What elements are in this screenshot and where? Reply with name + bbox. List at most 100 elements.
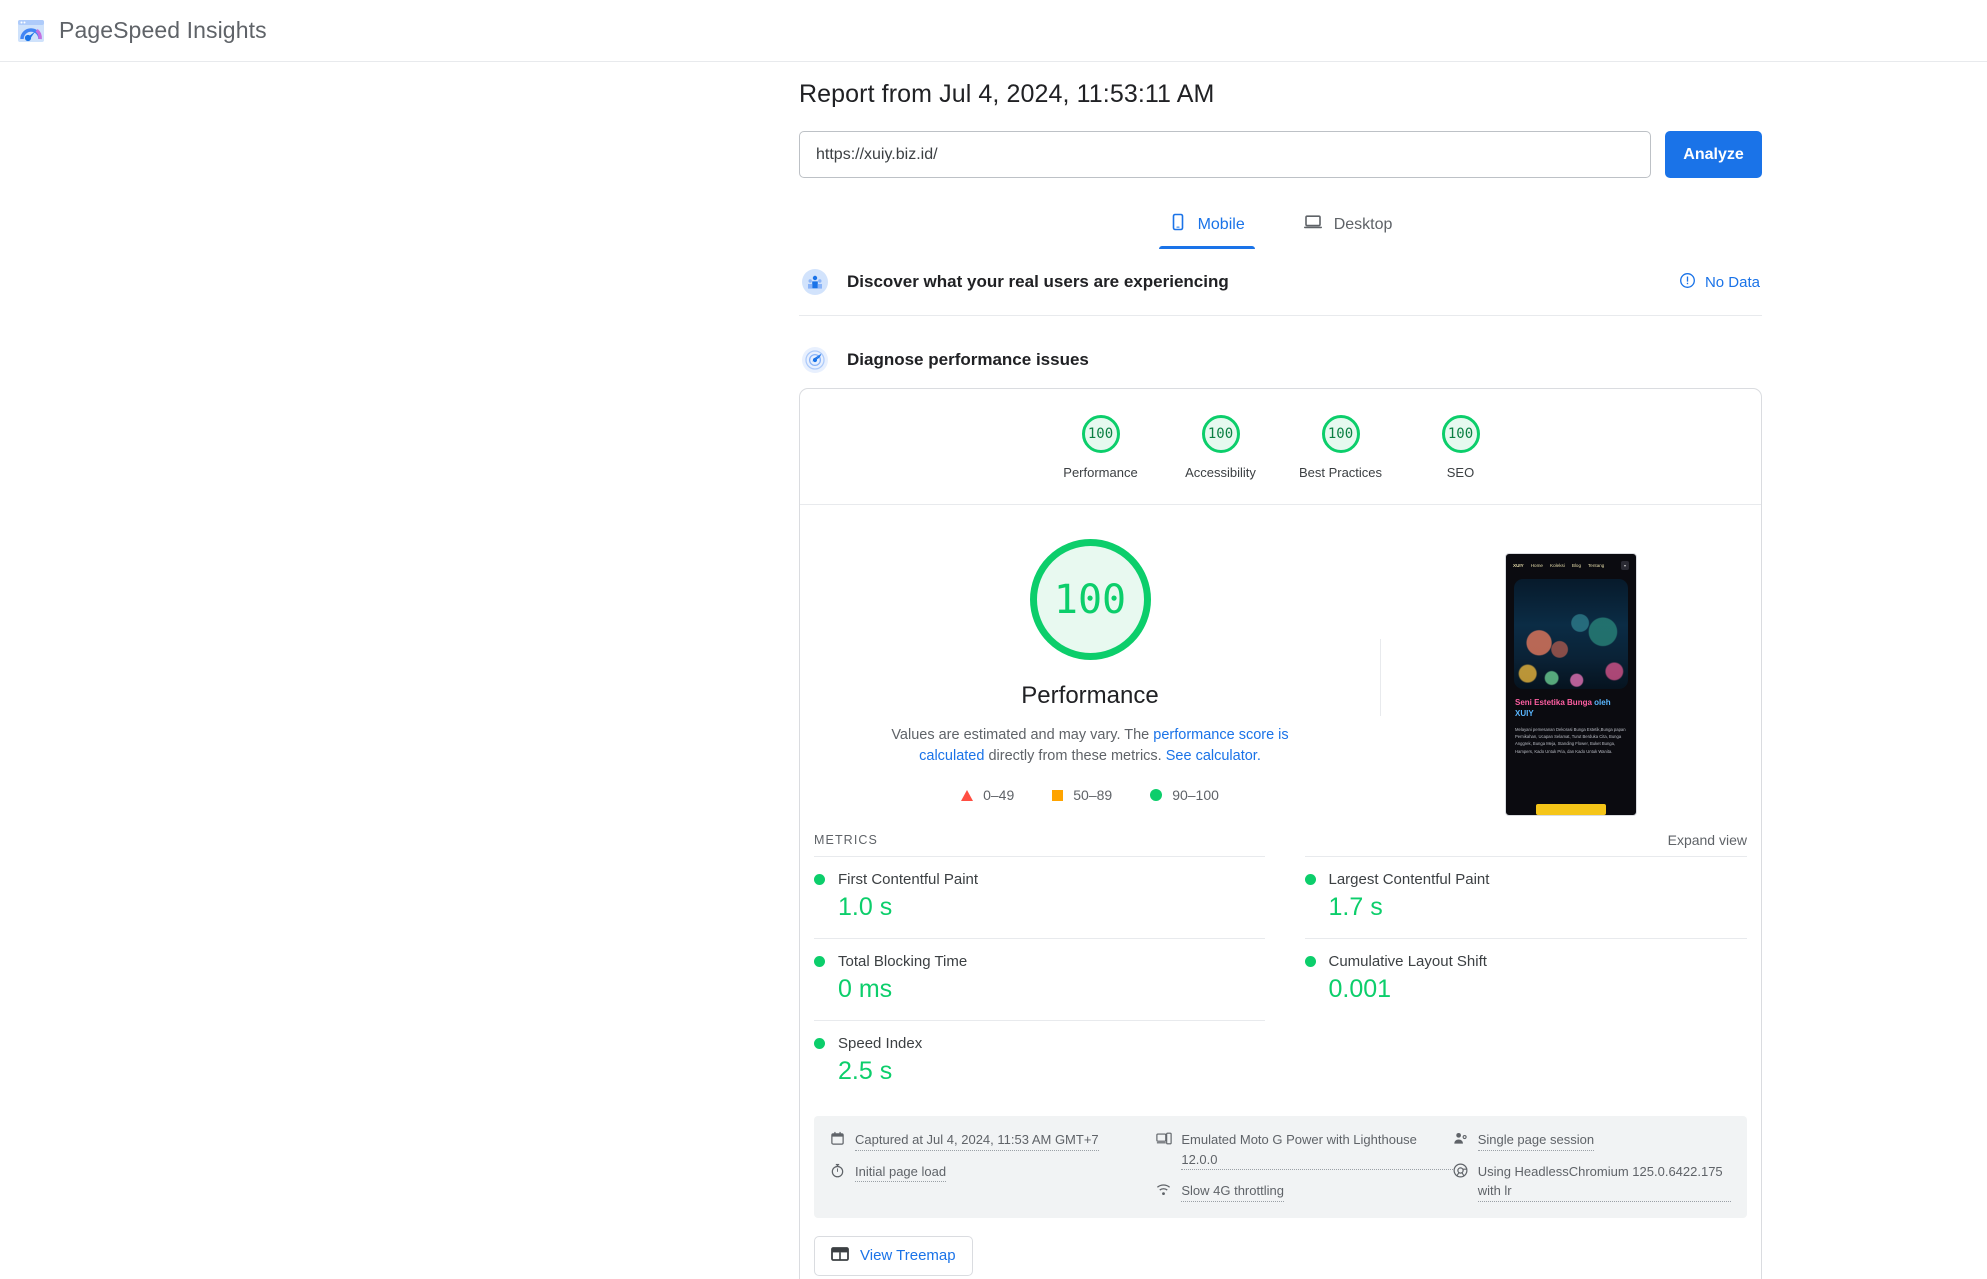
note-text-1: Values are estimated and may vary. The — [891, 727, 1154, 743]
status-dot-pass-icon — [1304, 874, 1316, 885]
score-item-performance[interactable]: 100 Performance — [1041, 415, 1161, 480]
legend-item-pass: 90–100 — [1150, 787, 1219, 803]
performance-gauge-block: 100 Performance Values are estimated and… — [800, 539, 1380, 816]
treemap-icon — [831, 1246, 849, 1266]
thumbnail-nav-item-home: Home — [1530, 562, 1543, 568]
status-dot-pass-icon — [814, 1038, 825, 1049]
thumbnail-nav-item-blog: Blog — [1571, 562, 1582, 568]
device-tabs: Mobile Desktop — [799, 207, 1762, 249]
performance-summary: 100 Performance Values are estimated and… — [800, 505, 1761, 822]
metrics-filler — [1305, 1020, 1748, 1050]
metric-name: Speed Index — [838, 1035, 923, 1052]
thumbnail-nav: XUIY Home Koleksi Blog Tentang ▾ — [1506, 554, 1636, 576]
legend-item-fail: 0–49 — [961, 787, 1014, 803]
mini-gauge-performance: 100 — [1081, 415, 1120, 453]
stopwatch-icon — [830, 1163, 845, 1178]
environment-session: Single page session — [1453, 1130, 1731, 1151]
diagnose-icon — [801, 346, 829, 374]
url-input[interactable] — [799, 131, 1651, 178]
performance-gauge-note: Values are estimated and may vary. The p… — [890, 725, 1290, 767]
note-text-2: directly from these metrics. — [984, 748, 1166, 765]
no-data-status[interactable]: No Data — [1679, 272, 1760, 293]
lab-data-section: Diagnose performance issues — [799, 316, 1762, 388]
status-dot-pass-icon — [814, 956, 825, 967]
environment-user-agent-text: Using HeadlessChromium 125.0.6422.175 wi… — [1477, 1162, 1731, 1202]
mini-gauge-best-practices: 100 — [1321, 415, 1360, 453]
thumbnail-cta-button — [1536, 804, 1606, 815]
tab-desktop[interactable]: Desktop — [1293, 207, 1403, 249]
metric-value: 1.7 s — [1328, 893, 1383, 921]
thumbnail-heading: Seni Estetika Bunga oleh XUIY — [1515, 698, 1627, 720]
status-dot-pass-icon — [814, 874, 825, 885]
analyze-button[interactable]: Analyze — [1665, 131, 1762, 178]
environment-initial-page-load-text: Initial page load — [855, 1162, 947, 1182]
real-users-icon — [801, 268, 829, 296]
metric-cumulative-layout-shift[interactable]: Cumulative Layout Shift 0.001 — [1304, 938, 1748, 1020]
metric-largest-contentful-paint[interactable]: Largest Contentful Paint 1.7 s — [1304, 856, 1748, 938]
thumbnail-nav-brand: XUIY — [1513, 562, 1524, 568]
tab-mobile-label: Mobile — [1197, 215, 1245, 233]
score-label-seo: SEO — [1446, 465, 1475, 480]
expand-view-toggle[interactable]: Expand view — [1668, 832, 1747, 848]
tab-mobile[interactable]: Mobile — [1158, 207, 1255, 249]
legend-item-average: 50–89 — [1052, 787, 1112, 803]
legend-label-fail: 0–49 — [983, 787, 1015, 804]
environment-captured-at-text: Captured at Jul 4, 2024, 11:53 AM GMT+7 — [855, 1130, 1099, 1151]
environment-column-1: Captured at Jul 4, 2024, 11:53 AM GMT+7 … — [830, 1130, 1156, 1202]
metric-header: Largest Contentful Paint — [1304, 871, 1748, 888]
triangle-icon — [961, 789, 974, 801]
metric-name: Cumulative Layout Shift — [1328, 953, 1487, 970]
environment-initial-page-load: Initial page load — [830, 1162, 1156, 1182]
lighthouse-result-card: 100 Performance 100 Accessibility 100 Be… — [799, 388, 1762, 1279]
score-legend: 0–49 50–89 90–100 — [961, 787, 1219, 803]
thumbnail-nav-item-tentang: Tentang — [1588, 562, 1605, 568]
field-data-section: Discover what your real users are experi… — [799, 249, 1762, 316]
score-item-best-practices[interactable]: 100 Best Practices — [1281, 415, 1401, 480]
circle-icon — [1150, 789, 1163, 802]
view-treemap-button[interactable]: View Treemap — [814, 1235, 973, 1276]
metric-header: Total Blocking Time — [814, 953, 1265, 970]
pagespeed-logo-icon — [17, 17, 45, 45]
metric-first-contentful-paint[interactable]: First Contentful Paint 1.0 s — [814, 856, 1265, 938]
metrics-column-left: First Contentful Paint 1.0 s Total Block… — [814, 856, 1281, 1102]
status-dot-pass-icon — [1304, 956, 1316, 967]
metrics-grid: First Contentful Paint 1.0 s Total Block… — [800, 856, 1761, 1102]
chrome-icon — [1453, 1163, 1468, 1178]
thumbnail-hero-image — [1514, 579, 1628, 689]
lab-data-title: Diagnose performance issues — [847, 350, 1089, 369]
metrics-label: METRICS — [814, 833, 878, 847]
thumbnail-body-text: Melayani pemesanan Dekorasi Bunga Esteti… — [1515, 726, 1626, 754]
score-item-seo[interactable]: 100 SEO — [1401, 415, 1521, 480]
mini-gauge-accessibility: 100 — [1201, 415, 1240, 453]
metric-total-blocking-time[interactable]: Total Blocking Time 0 ms — [814, 938, 1265, 1020]
environment-column-2: Emulated Moto G Power with Lighthouse 12… — [1156, 1130, 1453, 1202]
treemap-section: View Treemap — [800, 1218, 1761, 1279]
metric-header: Cumulative Layout Shift — [1304, 953, 1748, 970]
field-data-title: Discover what your real users are experi… — [847, 272, 1229, 291]
environment-session-text: Single page session — [1477, 1130, 1595, 1151]
pagespeed-insights-page: PageSpeed Insights Report from Jul 4, 20… — [0, 0, 1987, 1279]
url-form: Analyze — [799, 131, 1762, 178]
metric-header: First Contentful Paint — [814, 871, 1265, 888]
calendar-icon — [830, 1131, 845, 1146]
environment-emulated-device-text: Emulated Moto G Power with Lighthouse 12… — [1181, 1130, 1453, 1170]
thumbnail-nav-item-koleksi: Koleksi — [1550, 562, 1565, 568]
metric-name: Largest Contentful Paint — [1328, 871, 1490, 888]
thumbnail-lang-selector: ▾ — [1620, 560, 1629, 570]
environment-user-agent: Using HeadlessChromium 125.0.6422.175 wi… — [1453, 1162, 1731, 1202]
device-icon — [1156, 1131, 1173, 1146]
category-score-strip: 100 Performance 100 Accessibility 100 Be… — [800, 389, 1761, 505]
page-screenshot-thumbnail[interactable]: XUIY Home Koleksi Blog Tentang ▾ Seni Es… — [1505, 553, 1637, 816]
mini-gauge-seo: 100 — [1441, 415, 1480, 453]
metric-speed-index[interactable]: Speed Index 2.5 s — [814, 1020, 1265, 1102]
score-label-best-practices: Best Practices — [1298, 465, 1383, 480]
see-calculator-link[interactable]: See calculator. — [1166, 748, 1261, 764]
wifi-icon — [1156, 1182, 1171, 1197]
square-icon — [1052, 789, 1064, 801]
person-icon — [1453, 1131, 1468, 1146]
environment-emulated-device: Emulated Moto G Power with Lighthouse 12… — [1156, 1130, 1453, 1170]
view-treemap-label: View Treemap — [860, 1247, 956, 1264]
score-item-accessibility[interactable]: 100 Accessibility — [1161, 415, 1281, 480]
content-column: Report from Jul 4, 2024, 11:53:11 AM Ana… — [799, 62, 1762, 1279]
no-data-label: No Data — [1704, 273, 1760, 291]
